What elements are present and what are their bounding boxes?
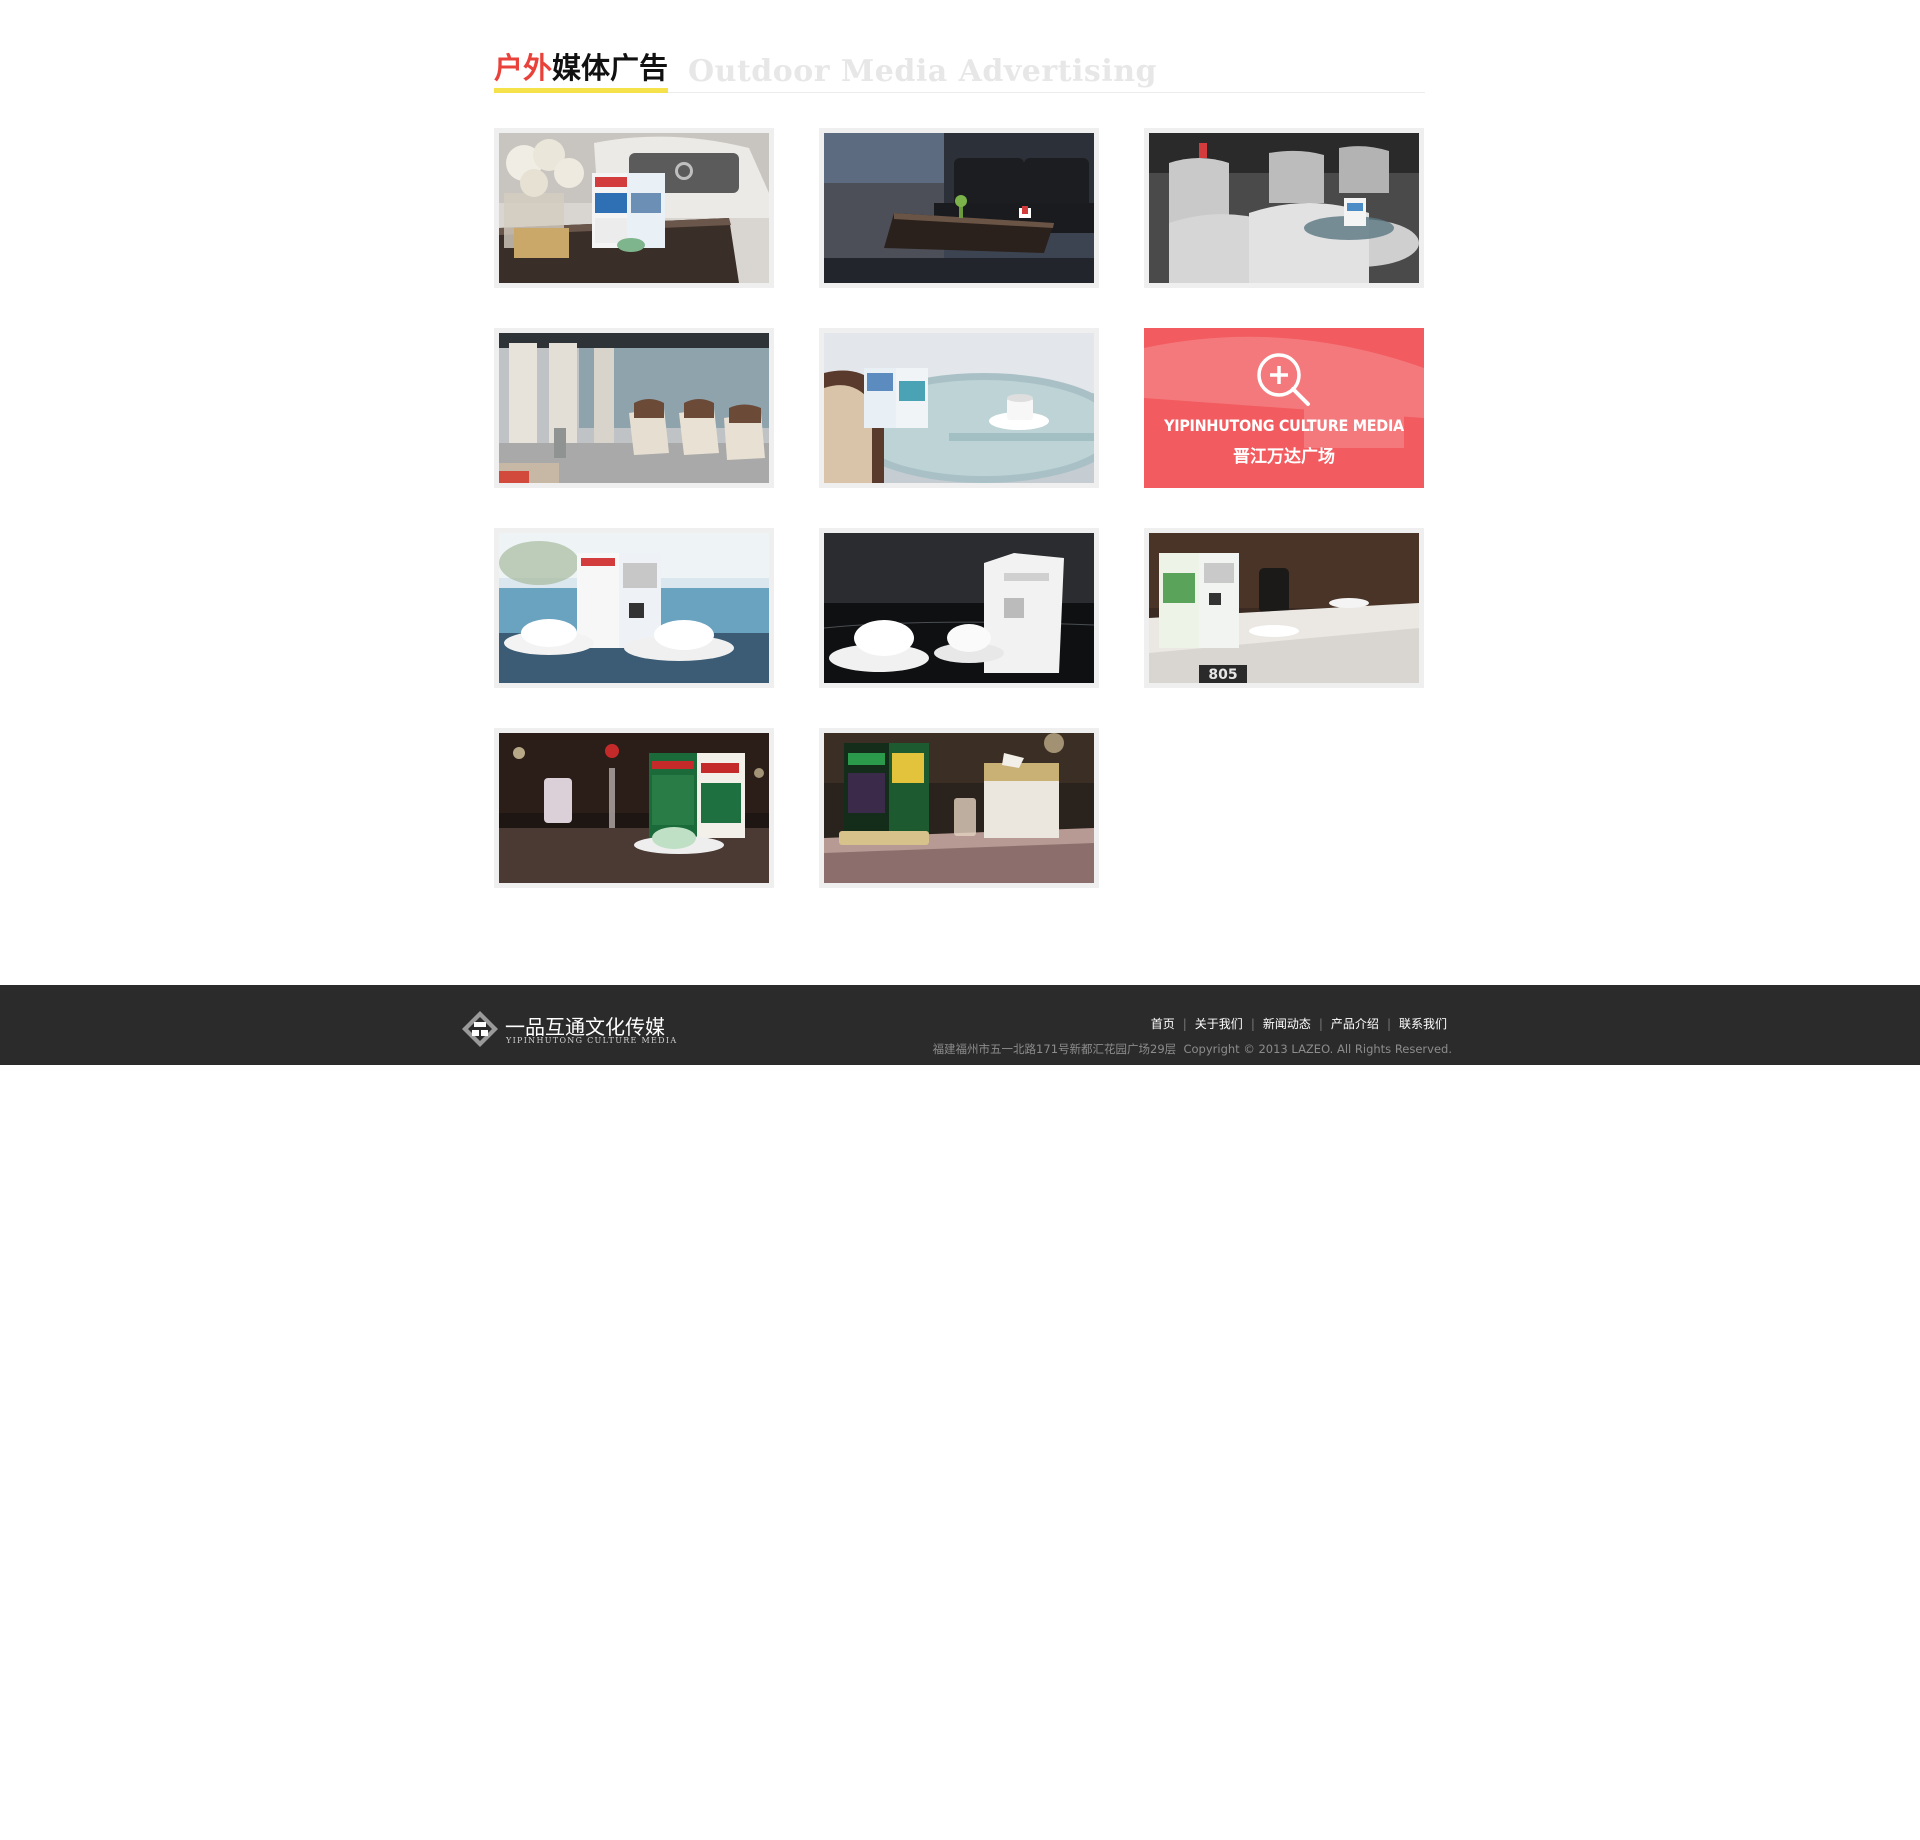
footer-inner: 一品互通文化传媒 YIPINHUTONG CULTURE MEDIA 首页 | 关于… — [460, 985, 1460, 1065]
footer-address: 福建福州市五一北路171号新都汇花园广场29层 — [932, 1042, 1177, 1056]
overlay-title-chinese: 晋江万达广场 — [1233, 447, 1335, 467]
overlay-title-english: YIPINHUTONG CULTURE MEDIA — [1164, 416, 1404, 435]
footer-nav-home[interactable]: 首页 — [1151, 1017, 1175, 1031]
footer-copyright: Copyright © 2013 LAZEO. All Rights Reser… — [1183, 1042, 1452, 1056]
footer-nav-about[interactable]: 关于我们 — [1195, 1017, 1243, 1031]
footer-nav: 首页 | 关于我们 | 新闻动态 | 产品介绍 | 联系我们 — [1151, 1015, 1447, 1032]
gallery-hover-overlay[interactable]: YIPINHUTONG CULTURE MEDIA 晋江万达广场 — [1144, 328, 1424, 488]
gallery-photo: 805 — [1149, 533, 1419, 683]
nav-separator: | — [1250, 1017, 1255, 1031]
section-title-english: Outdoor Media Advertising — [688, 54, 1158, 89]
table-number-label: 805 — [1208, 667, 1237, 683]
section-title-highlight: 户外 — [494, 51, 553, 85]
footer-logo[interactable]: 一品互通文化传媒 YIPINHUTONG CULTURE MEDIA — [460, 1009, 676, 1049]
site-footer: 一品互通文化传媒 YIPINHUTONG CULTURE MEDIA 首页 | 关于… — [0, 985, 1920, 1065]
gallery-photo — [499, 733, 769, 883]
gallery-photo — [824, 133, 1094, 283]
footer-nav-contact[interactable]: 联系我们 — [1399, 1017, 1447, 1031]
gallery-item[interactable]: 805 — [1144, 528, 1424, 688]
footer-address-line: 福建福州市五一北路171号新都汇花园广场29层 Copyright © 2013… — [933, 1041, 1452, 1057]
gallery-item[interactable] — [494, 328, 774, 488]
gallery-item-active[interactable]: YIPINHUTONG CULTURE MEDIA 晋江万达广场 — [1144, 328, 1424, 488]
gallery-photo — [824, 533, 1094, 683]
gallery-item[interactable] — [1144, 128, 1424, 288]
gallery-item[interactable] — [819, 728, 1099, 888]
gallery-item[interactable] — [819, 528, 1099, 688]
nav-separator: | — [1386, 1017, 1391, 1031]
logo-text-english: YIPINHUTONG CULTURE MEDIA — [506, 1036, 678, 1045]
gallery-photo — [1149, 133, 1419, 283]
nav-separator: | — [1182, 1017, 1187, 1031]
gallery-photo — [499, 533, 769, 683]
gallery-photo — [499, 333, 769, 483]
section-title: 户外媒体广告 — [494, 48, 669, 93]
logo-mark-icon — [462, 1011, 498, 1047]
gallery-item[interactable] — [494, 528, 774, 688]
gallery-item[interactable] — [494, 128, 774, 288]
section-title-main: 媒体广告 — [552, 51, 669, 85]
section-header: 户外媒体广告 Outdoor Media Advertising — [494, 48, 1425, 93]
gallery-item[interactable] — [819, 328, 1099, 488]
footer-nav-news[interactable]: 新闻动态 — [1263, 1017, 1311, 1031]
footer-nav-products[interactable]: 产品介绍 — [1331, 1017, 1379, 1031]
gallery-photo — [824, 733, 1094, 883]
gallery-photo — [499, 133, 769, 283]
gallery-photo — [824, 333, 1094, 483]
zoom-in-icon — [1257, 353, 1310, 406]
nav-separator: | — [1318, 1017, 1323, 1031]
gallery-item[interactable] — [819, 128, 1099, 288]
gallery-item[interactable] — [494, 728, 774, 888]
